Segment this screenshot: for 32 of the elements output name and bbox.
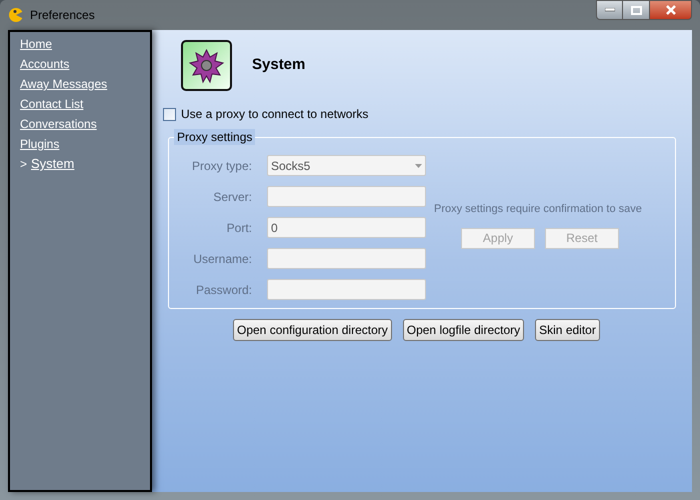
minimize-button[interactable] <box>596 0 623 20</box>
field-label: Server: <box>212 188 252 206</box>
dropdown-value: Socks5 <box>271 158 310 174</box>
minimize-icon <box>604 8 614 12</box>
window-title: Preferences <box>30 7 95 24</box>
field-label: Password: <box>194 282 252 298</box>
field-label: Port: <box>226 220 252 236</box>
app-logo-icon <box>8 7 24 23</box>
sidebar-link[interactable]: Contact List <box>20 95 84 113</box>
sidebar-link[interactable]: Away Messages <box>20 75 108 93</box>
note-text: Proxy settings require confirmation to save <box>434 202 642 217</box>
selection-marker: > <box>20 156 28 173</box>
field-label: Username: <box>192 250 252 268</box>
group-title: Proxy settings <box>174 129 256 145</box>
checkbox-label: Use a proxy to connect to networks <box>181 106 368 123</box>
maximize-icon <box>630 6 642 14</box>
sidebar-link[interactable]: System <box>31 154 74 174</box>
sidebar-link[interactable]: Plugins <box>20 135 60 153</box>
field-label: Proxy type: <box>190 158 252 174</box>
maximize-button[interactable] <box>623 0 649 20</box>
caret-icon <box>415 164 422 168</box>
close-icon <box>664 5 676 15</box>
close-button[interactable] <box>649 0 692 20</box>
sidebar-link[interactable]: Conversations <box>20 115 97 133</box>
sidebar-link[interactable]: Accounts <box>20 55 70 73</box>
gear-icon <box>181 40 232 91</box>
action-button[interactable]: Skin editor <box>535 319 600 341</box>
action-button[interactable]: Open configuration directory <box>233 319 392 341</box>
action-button[interactable]: Open logfile directory <box>402 319 524 341</box>
proxy-checkbox[interactable] <box>163 108 176 120</box>
sidebar-link[interactable]: Home <box>20 35 52 53</box>
section-title: System <box>252 55 306 76</box>
